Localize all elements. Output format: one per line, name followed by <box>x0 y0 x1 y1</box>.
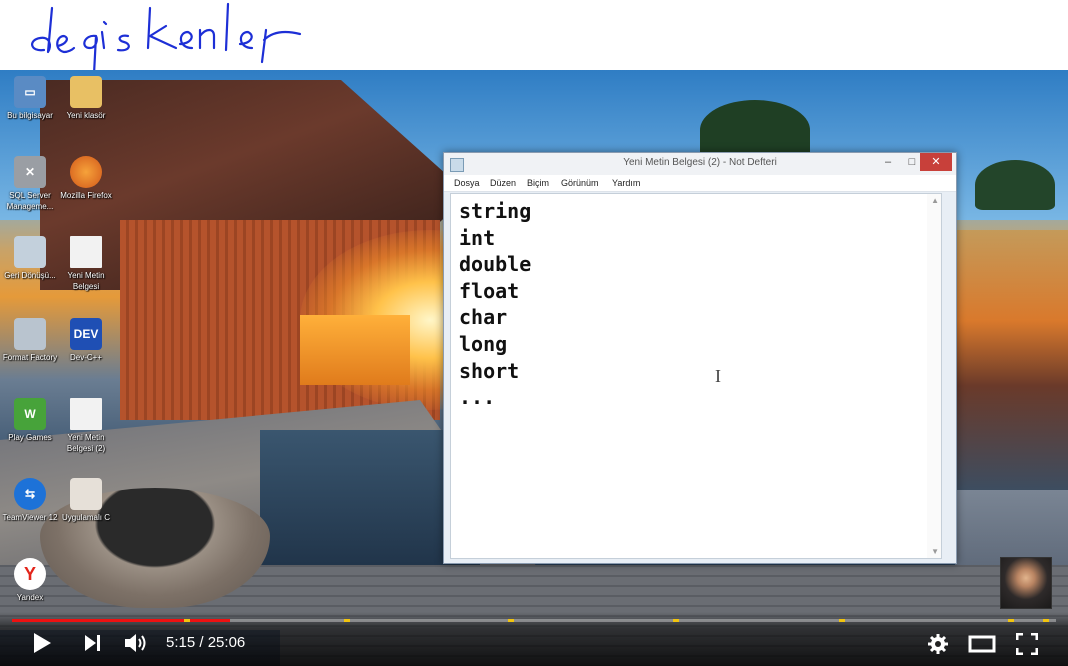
time-current: 5:15 <box>166 634 196 651</box>
format-factory-icon <box>14 318 46 350</box>
desktop-icon-format-factory[interactable]: Format Factory <box>0 318 60 363</box>
text-line: long <box>459 331 508 356</box>
scroll-down-icon[interactable]: ▼ <box>931 547 939 556</box>
annotation-area <box>0 0 1068 70</box>
notepad-title-bar[interactable]: Yeni Metin Belgesi (2) - Not Defteri – □… <box>444 153 956 175</box>
fullscreen-icon[interactable] <box>1015 632 1039 660</box>
text-line: string <box>459 199 532 223</box>
progress-bar[interactable] <box>12 619 1056 622</box>
desktop-icon-folder[interactable]: Yeni klasör <box>56 76 116 121</box>
text-line: short <box>459 358 520 383</box>
text-content: string int double float char long short... <box>459 198 531 411</box>
text-file-icon <box>70 236 102 268</box>
desktop-icon-sql-server[interactable]: ✕ SQL Server Manageme... <box>0 156 60 212</box>
text-line: double <box>459 252 532 277</box>
theater-mode-icon[interactable] <box>968 635 996 658</box>
time-total: 25:06 <box>207 634 246 651</box>
menu-item-dosya[interactable]: Dosya <box>454 178 480 188</box>
play-icon[interactable] <box>32 632 52 659</box>
desktop-icon-uygulamali-c[interactable]: Uygulamalı C <box>56 478 116 523</box>
close-button[interactable]: ✕ <box>920 153 952 171</box>
desktop-icon-text-file[interactable]: Yeni Metin Belgesi <box>56 236 116 292</box>
chapter-marker <box>1008 619 1015 622</box>
computer-icon: ▭ <box>14 76 46 108</box>
text-line: float <box>459 278 520 303</box>
yandex-icon: Y <box>14 558 46 590</box>
desktop-icon-play-games[interactable]: W Play Games <box>0 398 60 443</box>
desktop-icon-dev-cpp[interactable]: DEV Dev-C++ <box>56 318 116 363</box>
notepad-text-area[interactable]: string int double float char long short... I ▲… <box>450 193 942 559</box>
wallpaper-right <box>955 230 1068 490</box>
desktop-icon-text-file-2[interactable]: Yeni Metin Belgesi (2) <box>56 398 116 454</box>
volume-icon[interactable] <box>124 632 150 659</box>
text-cursor-icon: I <box>715 366 721 386</box>
play-games-icon: W <box>14 398 46 430</box>
menu-item-bicim[interactable]: Biçim <box>527 178 549 188</box>
desktop-icon-computer[interactable]: ▭ Bu bilgisayar <box>0 76 60 121</box>
next-icon[interactable] <box>84 634 102 657</box>
teamviewer-icon: ⇆ <box>14 478 46 510</box>
minimize-button[interactable]: – <box>876 153 900 171</box>
chapter-marker <box>508 619 515 622</box>
palm-tree <box>700 100 810 160</box>
desktop-icon-recycle-bin[interactable]: Geri Dönüşü... <box>0 236 60 281</box>
video-frame[interactable]: ▭ Bu bilgisayar Yeni klasör ✕ SQL Server… <box>0 70 1068 666</box>
notepad-window[interactable]: Yeni Metin Belgesi (2) - Not Defteri – □… <box>443 152 957 564</box>
settings-icon[interactable] <box>927 633 949 660</box>
dev-cpp-icon: DEV <box>70 318 102 350</box>
recycle-bin-icon <box>14 236 46 268</box>
scroll-up-icon[interactable]: ▲ <box>931 196 939 205</box>
text-file-icon <box>70 398 102 430</box>
menu-item-gorunum[interactable]: Görünüm <box>561 178 599 188</box>
menu-item-yardim[interactable]: Yardım <box>612 178 640 188</box>
text-line: char <box>459 305 508 330</box>
palm-tree <box>975 160 1055 210</box>
chapter-marker <box>838 619 845 622</box>
chapter-marker <box>184 619 191 622</box>
menu-item-duzen[interactable]: Düzen <box>490 178 516 188</box>
webcam-overlay <box>1000 557 1052 609</box>
desktop-icon-teamviewer[interactable]: ⇆ TeamViewer 12 <box>0 478 60 523</box>
folder-icon <box>70 76 102 108</box>
handwriting-annotation <box>31 2 302 70</box>
vertical-scrollbar[interactable]: ▲ ▼ <box>927 194 941 558</box>
menu-bar: Dosya Düzen Biçim Görünüm Yardım <box>444 175 956 192</box>
progress-played <box>12 619 231 622</box>
chapter-marker <box>672 619 679 622</box>
sql-server-icon: ✕ <box>14 156 46 188</box>
pdf-icon <box>70 478 102 510</box>
text-line: int <box>459 225 496 250</box>
time-display: 5:15 / 25:06 <box>166 634 245 651</box>
text-line: ... <box>459 385 496 410</box>
desktop-icon-yandex[interactable]: Y Yandex <box>0 558 60 603</box>
chapter-marker <box>1042 619 1049 622</box>
time-separator: / <box>195 634 208 651</box>
desktop-icon-firefox[interactable]: Mozilla Firefox <box>56 156 116 201</box>
wallpaper-window <box>300 315 410 385</box>
chapter-marker <box>344 619 351 622</box>
firefox-icon <box>70 156 102 188</box>
